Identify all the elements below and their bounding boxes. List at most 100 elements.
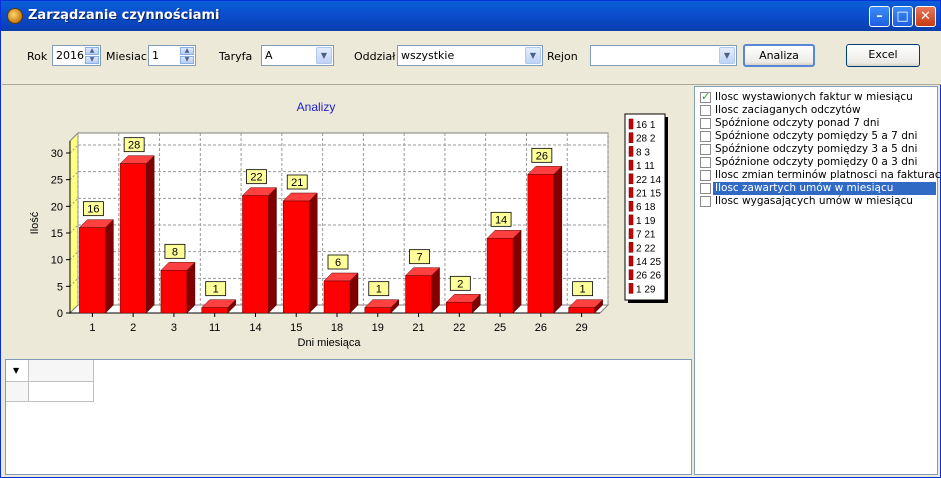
legend-entry: 26 26 — [636, 271, 661, 282]
option-label[interactable]: Ilosc zaciaganych odczytów — [713, 104, 863, 117]
grid-corner-cell[interactable]: ▼ — [6, 360, 29, 382]
minimize-button[interactable]: – — [869, 6, 890, 27]
close-button[interactable]: ✕ — [915, 6, 936, 27]
option-checkbox[interactable] — [700, 157, 711, 168]
option-checkbox[interactable] — [700, 170, 711, 181]
oddzial-label: Oddział — [354, 50, 396, 63]
option-item[interactable]: Ilosc zmian terminów platnosci na faktur… — [698, 169, 941, 182]
option-label[interactable]: Spóźnione odczyty pomiędzy 5 a 7 dni — [713, 130, 919, 143]
option-label[interactable]: Spóźnione odczyty pomiędzy 3 a 5 dni — [713, 143, 919, 156]
y-tick-label: 25 — [51, 175, 63, 187]
bar-side — [512, 229, 522, 314]
option-checkbox[interactable] — [700, 144, 711, 155]
bar — [242, 195, 269, 314]
taryfa-value: A — [265, 49, 273, 62]
oddzial-select[interactable]: wszystkie ▼ — [397, 45, 543, 66]
grid-row-header[interactable] — [6, 382, 29, 402]
data-label: 28 — [128, 140, 140, 152]
taryfa-select[interactable]: A ▼ — [261, 45, 334, 66]
legend-entry: 1 29 — [636, 284, 656, 295]
legend-entry: 28 2 — [636, 134, 656, 145]
legend-swatch — [628, 200, 634, 212]
option-item[interactable]: Ilosc zawartych umów w miesiącu — [698, 182, 936, 195]
legend-entry: 8 3 — [636, 147, 650, 158]
option-item[interactable]: Ilosc wystawionych faktur w miesiącu — [698, 90, 936, 104]
legend-swatch — [628, 173, 634, 185]
y-tick-label: 20 — [51, 201, 63, 213]
x-tick-label: 14 — [249, 322, 261, 334]
option-item[interactable]: Spóźnione odczyty pomiędzy 5 a 7 dni — [698, 130, 936, 143]
data-label: 21 — [291, 177, 303, 189]
chart-title: Analizy — [297, 100, 336, 114]
rok-label: Rok — [27, 50, 48, 63]
option-label[interactable]: Ilosc zawartych umów w miesiącu — [713, 182, 936, 195]
data-label: 6 — [335, 257, 341, 269]
data-label: 1 — [376, 284, 382, 296]
rok-spin-buttons[interactable]: ▲ ▼ — [85, 47, 99, 64]
grid-column-header[interactable] — [29, 360, 94, 382]
spin-down-icon[interactable]: ▼ — [180, 56, 194, 64]
chevron-down-icon[interactable]: ▼ — [525, 47, 541, 64]
bar-side — [145, 155, 155, 314]
minimize-icon: – — [876, 9, 883, 24]
grid-cell[interactable] — [29, 382, 94, 402]
legend-entry: 22 14 — [636, 175, 661, 186]
miesiac-spin-buttons[interactable]: ▲ ▼ — [180, 47, 194, 64]
maximize-button[interactable]: □ — [892, 6, 913, 27]
option-checkbox[interactable] — [700, 90, 711, 103]
bar — [282, 200, 310, 314]
rejon-label: Rejon — [547, 50, 578, 63]
title-bar[interactable]: Zarządzanie czynnościami – □ ✕ — [1, 1, 940, 31]
data-grid[interactable]: ▼ — [5, 359, 692, 475]
legend-swatch — [628, 159, 634, 171]
legend-entry: 2 22 — [636, 243, 656, 254]
option-label[interactable]: Spóźnione odczyty pomiędzy 0 a 3 dni — [713, 156, 919, 169]
option-checkbox[interactable] — [700, 131, 711, 142]
option-checkbox[interactable] — [700, 196, 711, 207]
x-tick-label: 1 — [89, 322, 95, 334]
bar — [119, 163, 147, 314]
close-icon: ✕ — [920, 9, 931, 24]
spin-up-icon[interactable]: ▲ — [180, 47, 194, 55]
analiza-button[interactable]: Analiza — [743, 44, 815, 67]
bar-side — [186, 261, 196, 314]
x-tick-label: 29 — [575, 322, 587, 334]
option-item[interactable]: Ilosc zaciaganych odczytów — [698, 104, 936, 117]
miesiac-spinner[interactable]: 1 ▲ ▼ — [148, 45, 196, 66]
chevron-down-icon[interactable]: ▼ — [316, 47, 332, 64]
option-checkbox[interactable] — [700, 183, 711, 194]
rejon-select[interactable]: ▼ — [590, 45, 737, 66]
chevron-down-icon[interactable]: ▼ — [719, 47, 735, 64]
legend-entry: 6 18 — [636, 202, 656, 213]
sort-arrow-icon[interactable]: ▼ — [13, 366, 19, 375]
oddzial-value: wszystkie — [401, 49, 455, 62]
chart-left-wall — [69, 131, 79, 315]
option-checkbox[interactable] — [700, 118, 711, 129]
option-item[interactable]: Ilosc wygasających umów w miesiącu — [698, 195, 936, 208]
option-label[interactable]: Ilosc wystawionych faktur w miesiącu — [713, 91, 915, 104]
window-title: Zarządzanie czynnościami — [28, 8, 220, 23]
legend-entry: 21 15 — [636, 189, 661, 200]
chart-panel: 0 5 10 15 20 25 30 16 1 28 2 8 3 1 11 22 14 21 15 6 18 1 19 7 21… — [2, 86, 692, 358]
option-item[interactable]: Spóźnione odczyty ponad 7 dni — [698, 117, 936, 130]
spin-up-icon[interactable]: ▲ — [85, 47, 99, 55]
data-label: 16 — [87, 204, 99, 216]
excel-button[interactable]: Excel — [846, 44, 920, 67]
option-label[interactable]: Ilosc wygasających umów w miesiącu — [713, 195, 915, 208]
x-tick-label: 2 — [130, 322, 136, 334]
option-checkbox[interactable] — [700, 105, 711, 116]
app-icon — [7, 8, 23, 24]
legend-swatch — [628, 283, 634, 294]
spin-down-icon[interactable]: ▼ — [85, 56, 99, 64]
bar — [568, 307, 595, 314]
data-label: 14 — [495, 214, 507, 226]
option-item[interactable]: Spóźnione odczyty pomiędzy 3 a 5 dni — [698, 143, 936, 156]
legend-swatch — [628, 269, 634, 280]
option-label[interactable]: Spóźnione odczyty ponad 7 dni — [713, 117, 881, 130]
option-item[interactable]: Spóźnione odczyty pomiędzy 0 a 3 dni — [698, 156, 936, 169]
analysis-options-list[interactable]: Ilosc wystawionych faktur w miesiącuIlos… — [694, 86, 941, 475]
y-axis-label: Ilość — [29, 211, 41, 234]
rok-spinner[interactable]: 2016 ▲ ▼ — [52, 45, 101, 66]
option-label[interactable]: Ilosc zmian terminów platnosci na faktur… — [713, 169, 941, 182]
legend-swatch — [628, 118, 634, 130]
